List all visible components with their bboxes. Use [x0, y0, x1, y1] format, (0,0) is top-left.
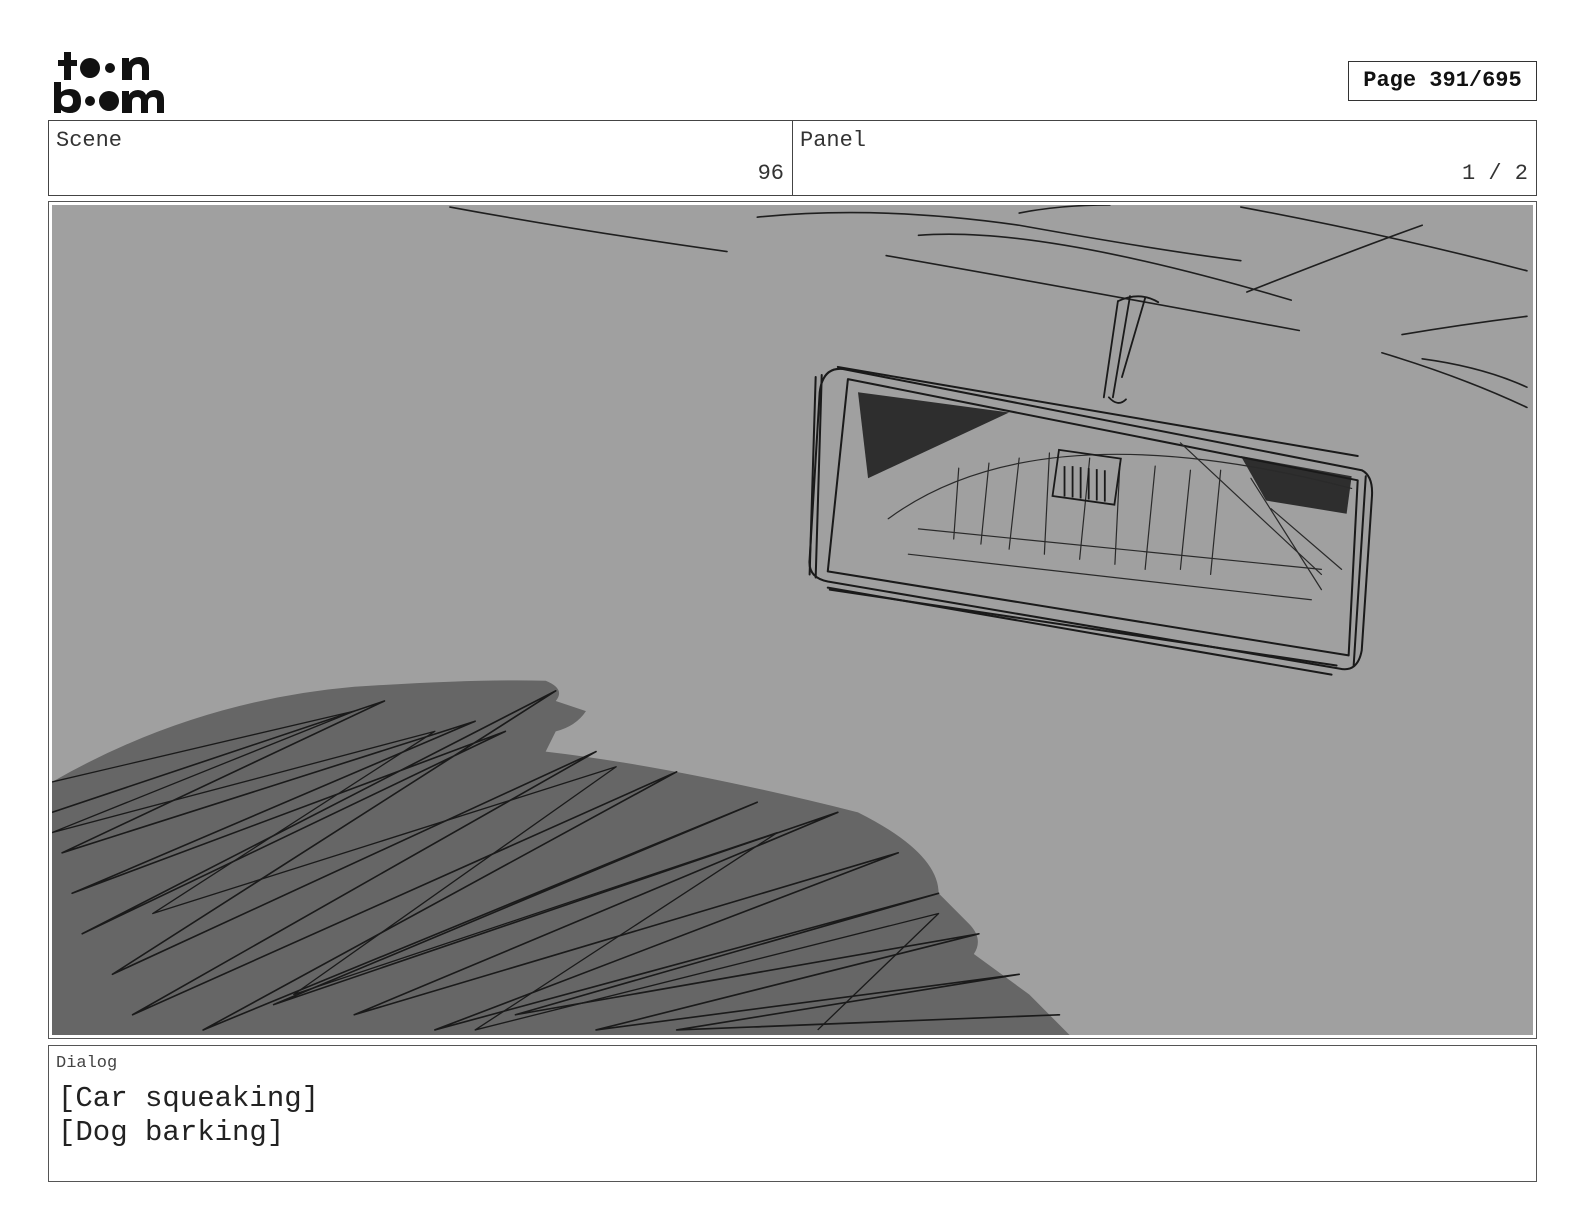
toon-boom-logo: [54, 52, 164, 113]
scene-number: 96: [757, 161, 784, 186]
dialog-label: Dialog: [56, 1054, 118, 1073]
storyboard-sketch: [52, 205, 1533, 1035]
panel-number: 1 / 2: [1461, 161, 1528, 186]
storyboard-panel: [48, 201, 1537, 1039]
dialog-box: Dialog [Car squeaking] [Dog barking]: [48, 1045, 1537, 1182]
dialog-line: [Dog barking]: [58, 1116, 285, 1149]
panel-label: Panel: [800, 128, 867, 153]
scene-cell: Scene 96: [49, 121, 792, 195]
scene-label: Scene: [56, 128, 123, 153]
page-number: Page 391/695: [1348, 61, 1537, 101]
dialog-text: [Car squeaking] [Dog barking]: [58, 1082, 319, 1150]
dialog-line: [Car squeaking]: [58, 1082, 320, 1115]
panel-cell: Panel 1 / 2: [792, 121, 1536, 195]
scene-panel-info: Scene 96 Panel 1 / 2: [48, 120, 1537, 196]
